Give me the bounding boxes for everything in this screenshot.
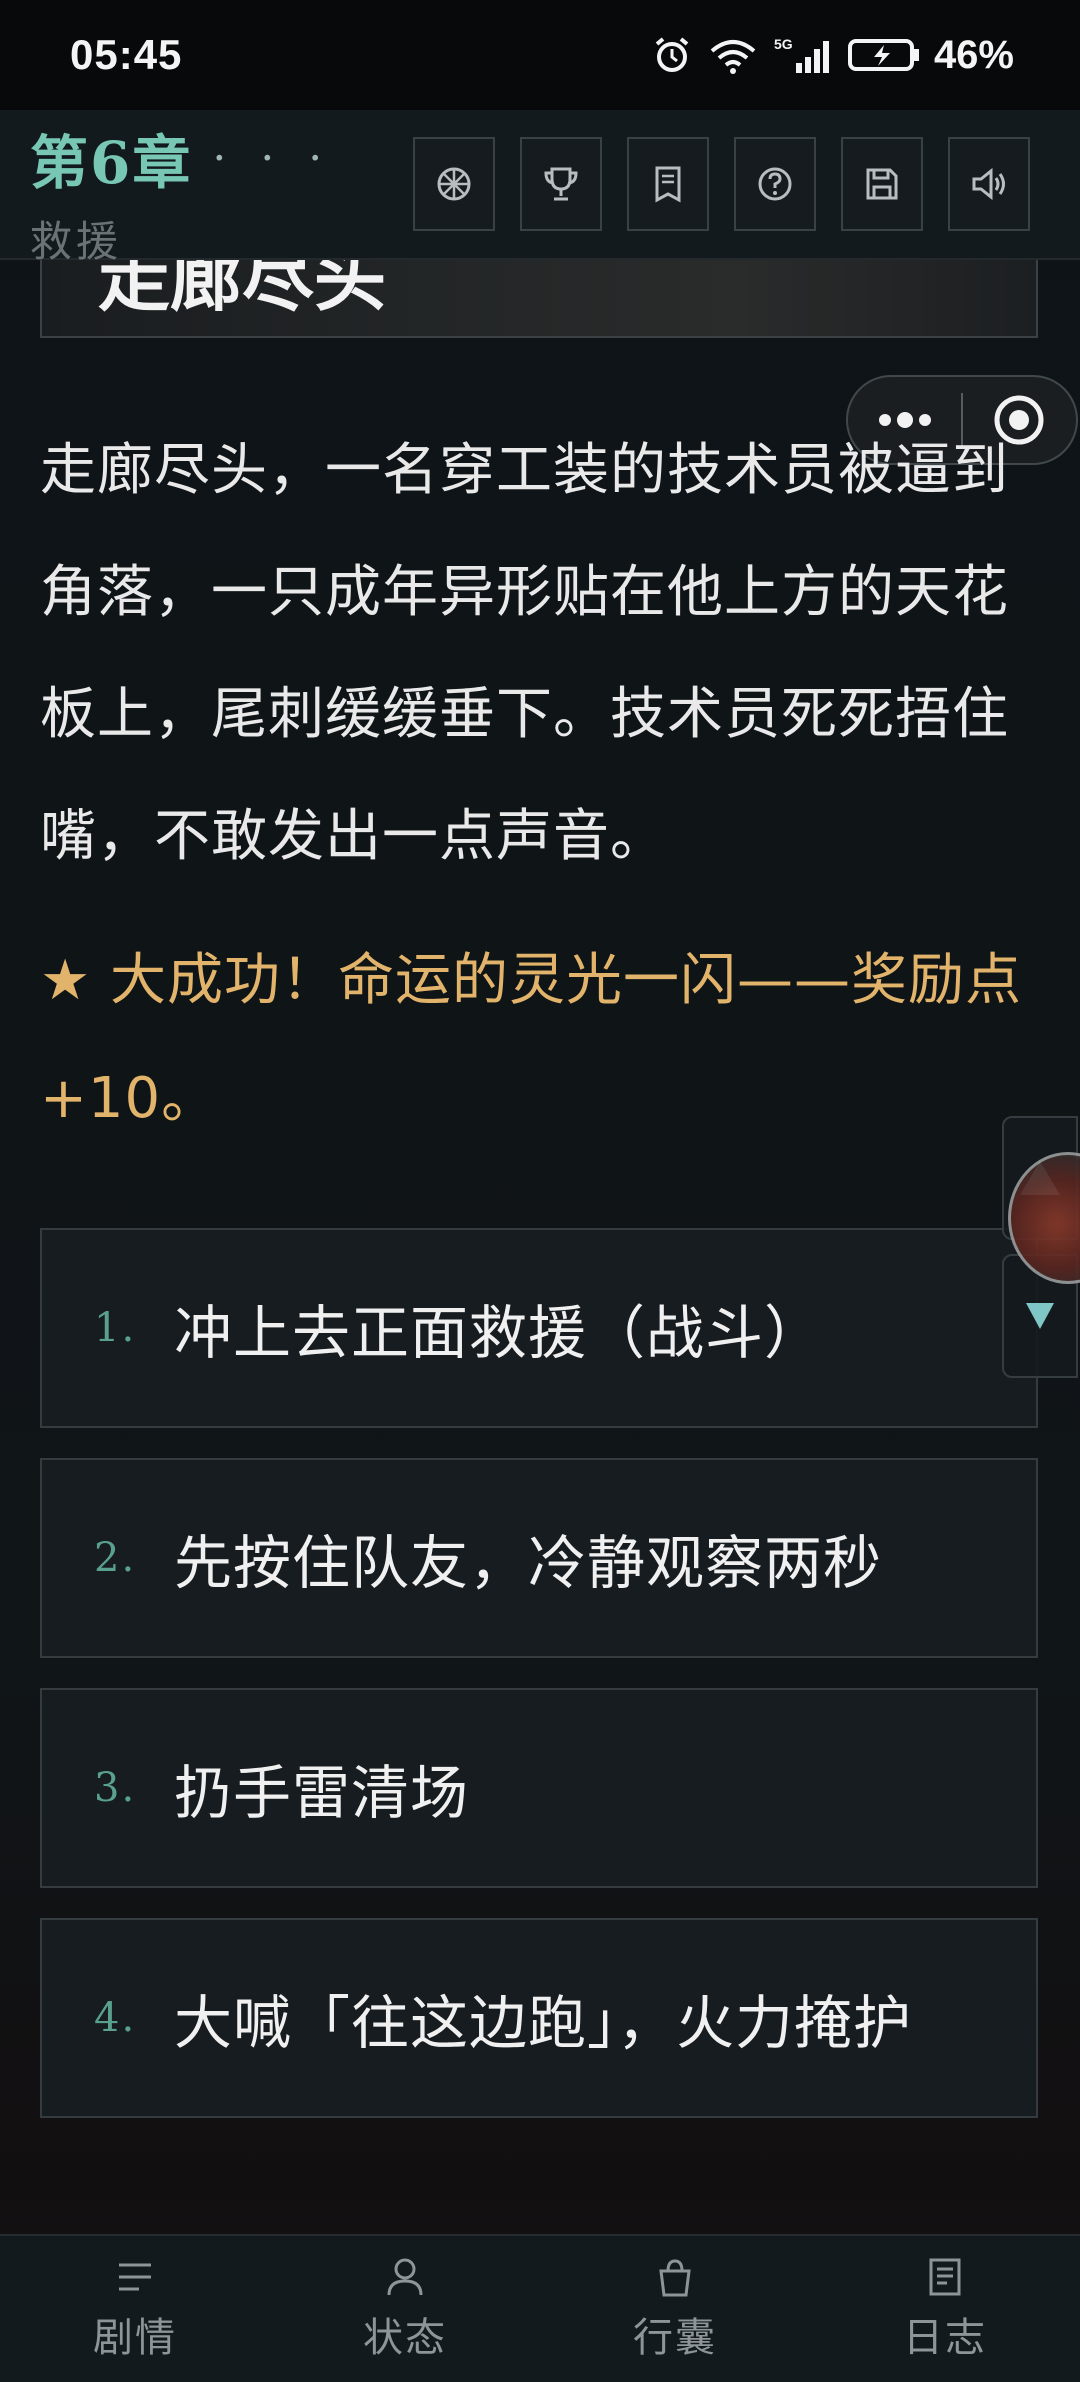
nav-label: 日志 (903, 2315, 987, 2361)
save-icon (866, 168, 898, 200)
help-icon (758, 167, 792, 201)
menu-icon (119, 2263, 151, 2291)
notebook-icon (655, 166, 681, 203)
settings-button[interactable] (413, 137, 495, 231)
wheel-icon (437, 167, 471, 201)
notes-button[interactable] (627, 137, 709, 231)
log-icon (929, 2258, 961, 2296)
status-icons: 5G 46% (652, 33, 1014, 78)
roll-result: ★ 大成功！命运的灵光一闪——奖励点 +10。 (40, 948, 1023, 1131)
nav-label: 剧情 (93, 2315, 177, 2361)
alarm-icon (655, 37, 689, 72)
choice-option-4[interactable]: 4. 大喊「往这边跑」，火力掩护 (40, 1918, 1038, 2118)
bottom-nav: 剧情 状态 行囊 日志 (0, 2234, 1080, 2382)
svg-text:5G: 5G (774, 36, 793, 52)
save-button[interactable] (841, 137, 923, 231)
battery-percent: 46% (933, 32, 1014, 77)
choice-option-3[interactable]: 3. 扔手雷清场 (40, 1688, 1038, 1888)
choice-number: 4. (94, 1995, 137, 2041)
choice-number: 2. (94, 1535, 137, 1581)
sound-button[interactable] (948, 137, 1030, 231)
chapter-label: 第6章 (30, 129, 193, 197)
choice-text: 冲上去正面救援（战斗） (174, 1299, 824, 1367)
nav-log[interactable]: 日志 (810, 2236, 1080, 2382)
nav-label: 行囊 (633, 2315, 717, 2361)
chapter-more[interactable]: · · · (212, 133, 332, 184)
chapter-title: 第6章 · · · (30, 116, 332, 200)
trophy-icon (544, 167, 578, 201)
person-icon (387, 2258, 423, 2296)
bag-icon (659, 2259, 691, 2297)
nav-label: 状态 (363, 2315, 447, 2361)
scene-image: 走廊尽头 (40, 260, 1038, 338)
signal-icon: 5G (774, 36, 829, 73)
choice-list: 1. 冲上去正面救援（战斗） 2. 先按住队友，冷静观察两秒 3. 扔手雷清场 … (40, 1228, 1038, 2148)
story-narration: 走廊尽头，一名穿工装的技术员被逼到角落，一只成年异形贴在他上方的天花板上，尾刺缓… (40, 438, 1009, 869)
nav-status[interactable]: 状态 (270, 2236, 540, 2382)
status-bar: 05:45 5G 46% (0, 0, 1080, 110)
choice-number: 3. (94, 1765, 137, 1811)
choice-text: 大喊「往这边跑」，火力掩护 (174, 1989, 913, 2057)
game-screen: 05:45 5G 46% 第6章 · · · 救援 走廊尽头 走廊尽头，一名穿工… (0, 0, 1080, 2382)
achievements-button[interactable] (520, 137, 602, 231)
battery-icon (847, 39, 919, 71)
toolbar (413, 137, 1030, 231)
choice-number: 1. (94, 1305, 137, 1351)
scene-title-fragment: 走廊尽头 (98, 260, 387, 321)
status-time: 05:45 (70, 31, 183, 78)
nav-story[interactable]: 剧情 (0, 2236, 270, 2382)
nav-bag[interactable]: 行囊 (540, 2236, 810, 2382)
choice-text: 先按住队友，冷静观察两秒 (174, 1529, 883, 1597)
choice-option-2[interactable]: 2. 先按住队友，冷静观察两秒 (40, 1458, 1038, 1658)
help-button[interactable] (734, 137, 816, 231)
triangle-down-icon (1026, 1303, 1054, 1329)
wifi-icon (710, 40, 756, 74)
game-header: 第6章 · · · 救援 (0, 110, 1080, 266)
speaker-icon (972, 167, 1005, 201)
choice-text: 扔手雷清场 (174, 1759, 470, 1827)
choice-option-1[interactable]: 1. 冲上去正面救援（战斗） (40, 1228, 1038, 1428)
